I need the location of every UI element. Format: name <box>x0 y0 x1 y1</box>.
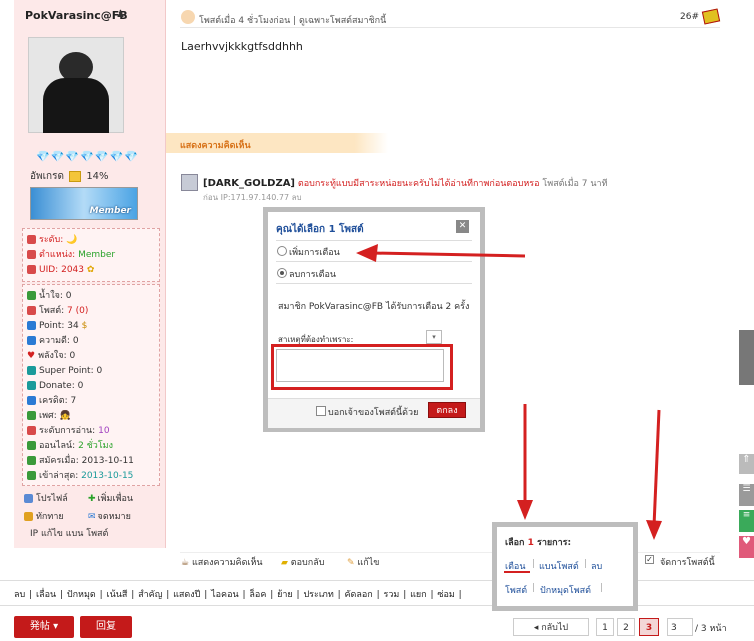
annotation-arrows <box>356 244 662 540</box>
arrow-to-add-warning <box>371 251 526 258</box>
arrowhead-down-2 <box>646 520 662 540</box>
arrow-to-manage <box>652 409 661 527</box>
arrowhead-left <box>356 244 378 262</box>
arrowhead-down-1 <box>517 500 533 520</box>
